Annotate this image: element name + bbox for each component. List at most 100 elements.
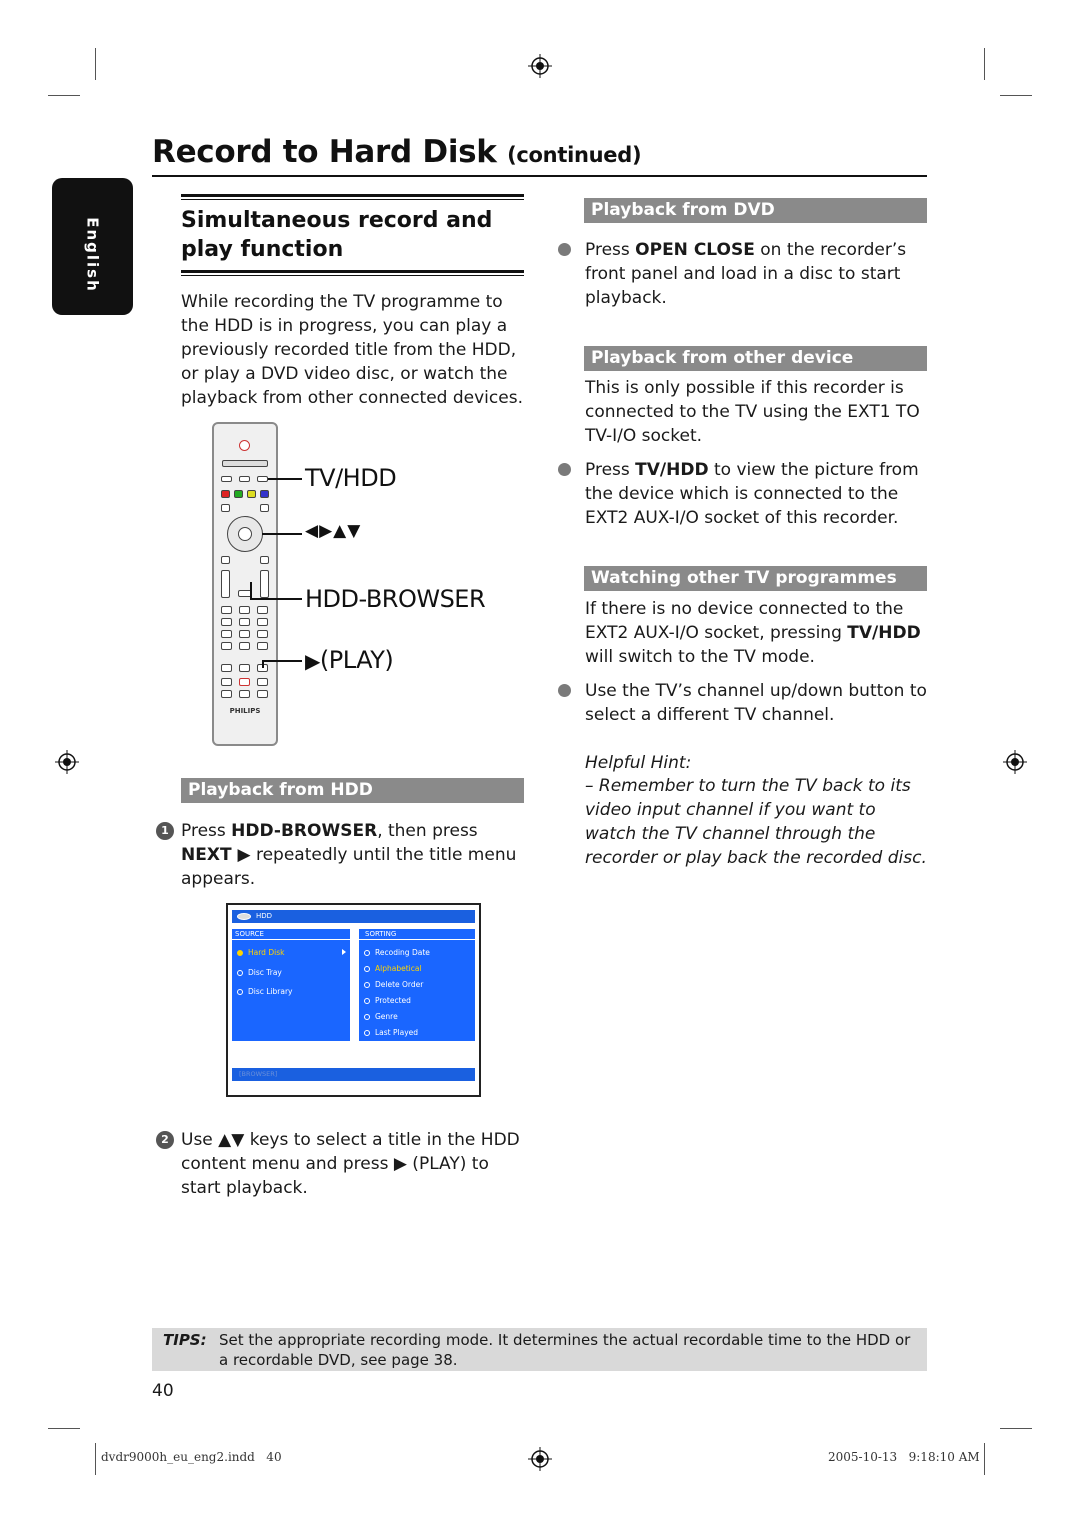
step-1-text: Press HDD-BROWSER, then press NEXT ▶ rep… bbox=[181, 819, 526, 891]
play-icon: ▶ bbox=[305, 649, 320, 673]
sorting-item-label: Genre bbox=[375, 1012, 398, 1021]
page-title: Record to Hard Disk (continued) bbox=[152, 134, 642, 170]
callout-line bbox=[250, 582, 252, 598]
footer-timestamp: 2005-10-13 9:18:10 AM bbox=[828, 1450, 980, 1464]
key-tv-hdd: TV/HDD bbox=[635, 460, 709, 480]
number-key-icon bbox=[221, 606, 232, 614]
callout-play-label: (PLAY) bbox=[319, 646, 394, 674]
crop-mark bbox=[1000, 95, 1032, 96]
sorting-item-last-played[interactable]: Last Played bbox=[364, 1028, 418, 1037]
crop-mark bbox=[984, 1443, 985, 1475]
tips-box: TIPS: Set the appropriate recording mode… bbox=[152, 1328, 927, 1371]
number-key-icon bbox=[257, 618, 268, 626]
radio-icon bbox=[364, 966, 370, 972]
sorting-item-genre[interactable]: Genre bbox=[364, 1012, 398, 1021]
number-key-icon bbox=[221, 618, 232, 626]
step-number-2: 2 bbox=[156, 1131, 174, 1149]
hint-text: – Remember to turn the TV back to its vi… bbox=[585, 776, 927, 868]
channel-key-icon bbox=[260, 570, 269, 598]
number-key-icon bbox=[257, 606, 268, 614]
callout-hdd-browser: HDD-BROWSER bbox=[305, 585, 486, 613]
crop-mark bbox=[1000, 1428, 1032, 1429]
crop-mark bbox=[95, 48, 96, 80]
number-key-icon bbox=[239, 606, 250, 614]
radio-icon bbox=[237, 989, 243, 995]
transport-key-icon bbox=[239, 690, 250, 698]
remote-key-icon bbox=[221, 504, 230, 512]
source-item-hard-disk[interactable]: Hard Disk bbox=[237, 948, 284, 957]
bullet-icon bbox=[558, 463, 571, 476]
registration-mark-icon bbox=[1003, 750, 1027, 774]
red-key-icon bbox=[221, 490, 230, 498]
screen-header-label: HDD bbox=[256, 912, 273, 920]
sorting-item-label: Recoding Date bbox=[375, 948, 430, 957]
remote-key-icon bbox=[221, 556, 230, 564]
record-key-icon bbox=[239, 678, 250, 686]
source-item-disc-library[interactable]: Disc Library bbox=[237, 987, 293, 996]
sorting-item-label: Alphabetical bbox=[375, 964, 422, 973]
sorting-item-protected[interactable]: Protected bbox=[364, 996, 411, 1005]
hdd-icon bbox=[237, 913, 251, 920]
callout-line bbox=[262, 660, 264, 668]
source-panel: SOURCE Hard Disk Disc Tray Disc Library bbox=[232, 929, 350, 1041]
transport-key-icon bbox=[257, 690, 268, 698]
chevron-right-icon bbox=[342, 949, 346, 955]
display-strip-icon bbox=[222, 460, 268, 467]
sorting-item-label: Delete Order bbox=[375, 980, 424, 989]
callout-play: ▶(PLAY) bbox=[305, 646, 394, 674]
heading-playback-from-dvd: Playback from DVD bbox=[584, 198, 927, 223]
registration-mark-icon bbox=[528, 1447, 552, 1471]
remote-key-icon bbox=[221, 476, 232, 482]
heading-watching-other-tv: Watching other TV programmes bbox=[584, 566, 927, 591]
source-item-label: Disc Tray bbox=[248, 968, 282, 977]
remote-key-icon bbox=[239, 476, 250, 482]
blue-key-icon bbox=[260, 490, 269, 498]
radio-icon bbox=[237, 970, 243, 976]
playback-dvd-text: Press OPEN CLOSE on the recorder’s front… bbox=[585, 238, 930, 310]
sorting-item-alphabetical[interactable]: Alphabetical bbox=[364, 964, 422, 973]
bulb-icon bbox=[237, 950, 243, 956]
section-divider bbox=[181, 270, 524, 276]
tips-text: Set the appropriate recording mode. It d… bbox=[219, 1331, 911, 1369]
crop-mark bbox=[48, 95, 80, 96]
playback-dvd-pre: Press bbox=[585, 240, 636, 260]
playback-other-pre: Press bbox=[585, 460, 636, 480]
power-button-icon bbox=[239, 440, 250, 451]
radio-icon bbox=[364, 950, 370, 956]
page-title-text: Record to Hard Disk bbox=[152, 134, 497, 170]
yellow-key-icon bbox=[247, 490, 256, 498]
sorting-item-recoding-date[interactable]: Recoding Date bbox=[364, 948, 430, 957]
page-title-suffix: (continued) bbox=[507, 143, 642, 167]
source-item-label: Disc Library bbox=[248, 987, 293, 996]
radio-icon bbox=[364, 982, 370, 988]
sorting-item-delete-order[interactable]: Delete Order bbox=[364, 980, 423, 989]
sorting-panel: SORTING Recoding Date Alphabetical Delet… bbox=[359, 929, 475, 1041]
footer-file-info: dvdr9000h_eu_eng2.indd 40 bbox=[101, 1450, 282, 1464]
source-item-disc-tray[interactable]: Disc Tray bbox=[237, 968, 282, 977]
callout-line bbox=[268, 478, 302, 480]
source-panel-label: SOURCE bbox=[232, 929, 350, 940]
hdd-browser-screen: HDD SOURCE Hard Disk Disc Tray Disc Libr… bbox=[226, 903, 481, 1097]
key-hdd-browser: HDD-BROWSER bbox=[231, 821, 378, 841]
remote-brand-logo: PHILIPS bbox=[229, 707, 261, 715]
transport-key-icon bbox=[257, 678, 268, 686]
green-key-icon bbox=[234, 490, 243, 498]
radio-icon bbox=[364, 998, 370, 1004]
crop-mark bbox=[95, 1443, 96, 1475]
step-1-pre: Press bbox=[181, 821, 232, 841]
key-next: NEXT ▶ bbox=[181, 845, 251, 865]
registration-mark-icon bbox=[528, 54, 552, 78]
playback-other-text: Press TV/HDD to view the picture from th… bbox=[585, 458, 930, 530]
transport-key-icon bbox=[221, 664, 232, 672]
radio-icon bbox=[364, 1014, 370, 1020]
section-divider bbox=[181, 194, 524, 200]
number-key-icon bbox=[257, 642, 268, 650]
heading-playback-from-other-device: Playback from other device bbox=[584, 346, 927, 371]
crop-mark bbox=[48, 1428, 80, 1429]
tv-hdd-key-icon bbox=[257, 476, 268, 482]
page-number: 40 bbox=[152, 1381, 174, 1401]
remote-key-icon bbox=[260, 504, 269, 512]
tips-label: TIPS: bbox=[163, 1331, 207, 1349]
heading-playback-from-hdd: Playback from HDD bbox=[181, 778, 524, 803]
sorting-item-label: Protected bbox=[375, 996, 411, 1005]
